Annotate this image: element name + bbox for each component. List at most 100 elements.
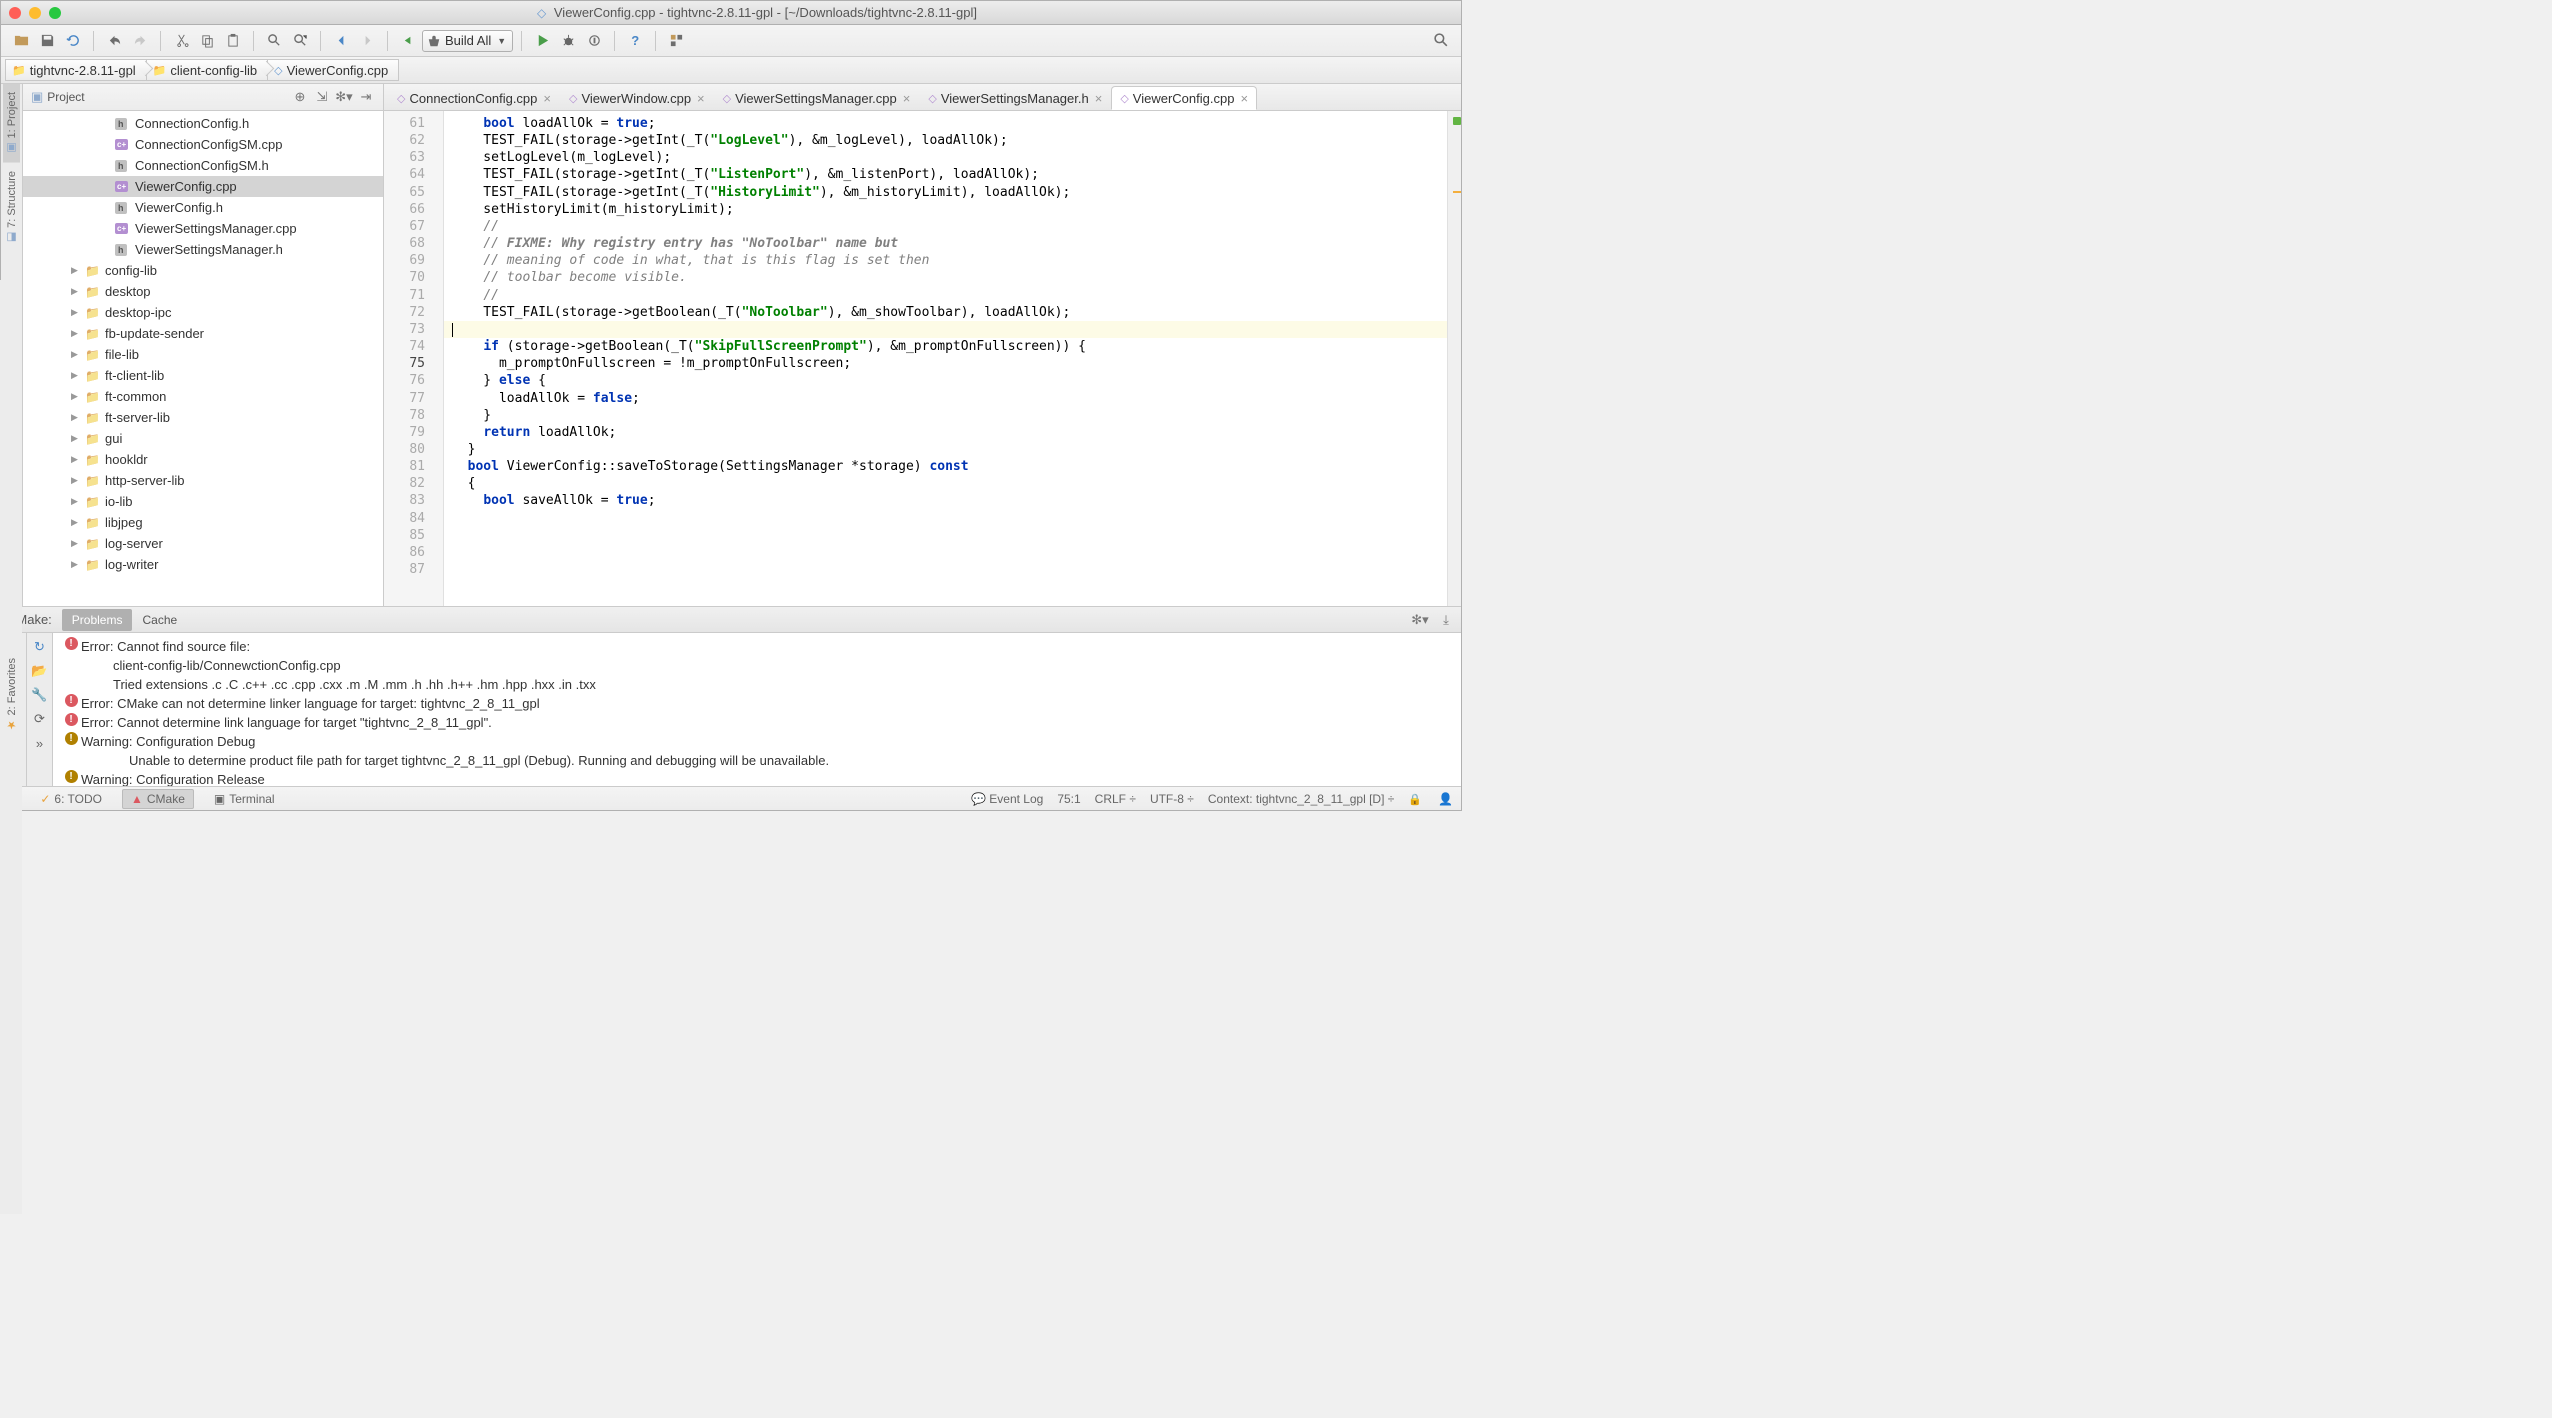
code-line[interactable]: setLogLevel(m_logLevel);	[444, 149, 1447, 166]
expand-icon[interactable]	[71, 286, 82, 297]
inspection-ok-icon[interactable]	[1453, 117, 1461, 125]
expand-icon[interactable]	[71, 538, 82, 549]
open-icon[interactable]	[9, 29, 33, 53]
project-tree[interactable]: ConnectionConfig.hConnectionConfigSM.cpp…	[23, 111, 383, 606]
tree-folder[interactable]: fb-update-sender	[23, 323, 383, 344]
find-icon[interactable]	[262, 29, 286, 53]
tree-folder[interactable]: gui	[23, 428, 383, 449]
tab-problems[interactable]: Problems	[62, 609, 133, 631]
tree-file[interactable]: ConnectionConfigSM.h	[23, 155, 383, 176]
editor-marks-strip[interactable]	[1447, 111, 1461, 606]
code-area[interactable]: bool loadAllOk = true; TEST_FAIL(storage…	[444, 111, 1447, 606]
expand-icon[interactable]	[71, 307, 82, 318]
expand-icon[interactable]	[71, 517, 82, 528]
more-icon[interactable]: »	[30, 733, 50, 753]
message-row[interactable]: Warning: Configuration Release	[61, 770, 1453, 786]
run-icon[interactable]	[530, 29, 554, 53]
code-line[interactable]: bool loadAllOk = true;	[444, 115, 1447, 132]
tree-folder[interactable]: libjpeg	[23, 512, 383, 533]
code-line[interactable]: bool saveAllOk = true;	[444, 492, 1447, 509]
tree-folder[interactable]: desktop	[23, 281, 383, 302]
code-line[interactable]: loadAllOk = false;	[444, 390, 1447, 407]
editor-tab[interactable]: ◇ConnectionConfig.cpp×	[388, 86, 560, 110]
tab-terminal[interactable]: ▣Terminal	[206, 792, 283, 806]
code-line[interactable]: TEST_FAIL(storage->getInt(_T("HistoryLim…	[444, 184, 1447, 201]
expand-icon[interactable]	[71, 391, 82, 402]
tree-folder[interactable]: ft-common	[23, 386, 383, 407]
titlebar[interactable]: ◇ ViewerConfig.cpp - tightvnc-2.8.11-gpl…	[1, 1, 1461, 25]
editor-tab[interactable]: ◇ViewerWindow.cpp×	[560, 86, 714, 110]
forward-icon[interactable]	[355, 29, 379, 53]
tree-folder[interactable]: log-writer	[23, 554, 383, 575]
tab-todo[interactable]: ✓6: TODO	[32, 792, 110, 806]
locate-icon[interactable]: ⊕	[291, 88, 309, 106]
close-icon[interactable]: ×	[697, 91, 705, 106]
collapse-icon[interactable]: ⇲	[313, 88, 331, 106]
tree-folder[interactable]: io-lib	[23, 491, 383, 512]
close-icon[interactable]: ×	[903, 91, 911, 106]
message-row[interactable]: Tried extensions .c .C .c++ .cc .cpp .cx…	[61, 675, 1453, 694]
context-selector[interactable]: Context: tightvnc_2_8_11_gpl [D] ÷	[1208, 792, 1394, 806]
wrench-icon[interactable]: 🔧	[30, 685, 50, 705]
build-target-selector[interactable]: Build All ▼	[422, 30, 513, 52]
folder-open-icon[interactable]: 📂	[30, 661, 50, 681]
line-separator[interactable]: CRLF ÷	[1095, 792, 1136, 806]
minimize-icon[interactable]	[29, 7, 41, 19]
message-row[interactable]: Error: Cannot find source file:	[61, 637, 1453, 656]
paste-icon[interactable]	[221, 29, 245, 53]
gear-icon[interactable]: ✻▾	[1411, 611, 1429, 629]
refresh-icon[interactable]	[61, 29, 85, 53]
code-line[interactable]: }	[444, 407, 1447, 424]
close-icon[interactable]	[9, 7, 21, 19]
message-row[interactable]: Error: CMake can not determine linker la…	[61, 694, 1453, 713]
tab-project[interactable]: ▣ 1: Project	[3, 84, 20, 163]
message-row[interactable]: client-config-lib/ConnewctionConfig.cpp	[61, 656, 1453, 675]
inspector-icon[interactable]: 👤	[1438, 792, 1453, 806]
code-line[interactable]: // FIXME: Why registry entry has "NoTool…	[444, 235, 1447, 252]
event-log[interactable]: 💬 Event Log	[971, 792, 1043, 806]
code-line[interactable]: }	[444, 441, 1447, 458]
editor-tab[interactable]: ◇ViewerSettingsManager.cpp×	[714, 86, 920, 110]
tree-folder[interactable]: log-server	[23, 533, 383, 554]
expand-icon[interactable]	[71, 496, 82, 507]
gutter[interactable]: 6162636465666768697071727374757677787980…	[384, 111, 444, 606]
tree-file[interactable]: ViewerConfig.cpp	[23, 176, 383, 197]
expand-icon[interactable]	[71, 475, 82, 486]
restart-icon[interactable]: ⟳	[30, 709, 50, 729]
expand-icon[interactable]	[71, 328, 82, 339]
caret-position[interactable]: 75:1	[1057, 792, 1080, 806]
tree-folder[interactable]: config-lib	[23, 260, 383, 281]
code-line[interactable]	[444, 321, 1447, 338]
code-line[interactable]: // meaning of code in what, that is this…	[444, 252, 1447, 269]
tree-file[interactable]: ConnectionConfigSM.cpp	[23, 134, 383, 155]
cut-icon[interactable]	[169, 29, 193, 53]
tab-structure[interactable]: ◧ 7: Structure	[3, 163, 20, 252]
tree-folder[interactable]: http-server-lib	[23, 470, 383, 491]
redo-icon[interactable]	[128, 29, 152, 53]
search-icon[interactable]	[1429, 29, 1453, 53]
expand-icon[interactable]	[71, 265, 82, 276]
tab-cache[interactable]: Cache	[132, 609, 187, 631]
expand-icon[interactable]	[71, 433, 82, 444]
code-line[interactable]: TEST_FAIL(storage->getBoolean(_T("NoTool…	[444, 304, 1447, 321]
expand-icon[interactable]	[71, 349, 82, 360]
expand-icon[interactable]	[71, 412, 82, 423]
tree-folder[interactable]: ft-server-lib	[23, 407, 383, 428]
close-icon[interactable]: ×	[1095, 91, 1103, 106]
message-row[interactable]: Warning: Configuration Debug	[61, 732, 1453, 751]
encoding[interactable]: UTF-8 ÷	[1150, 792, 1194, 806]
maximize-icon[interactable]	[49, 7, 61, 19]
tree-file[interactable]: ViewerSettingsManager.cpp	[23, 218, 383, 239]
close-icon[interactable]: ×	[1240, 91, 1248, 106]
crumb[interactable]: 📁client-config-lib	[146, 59, 268, 81]
messages-list[interactable]: Error: Cannot find source file:client-co…	[53, 633, 1461, 786]
code-line[interactable]: bool ViewerConfig::saveToStorage(Setting…	[444, 458, 1447, 475]
replace-icon[interactable]	[288, 29, 312, 53]
tree-folder[interactable]: hookldr	[23, 449, 383, 470]
code-line[interactable]: } else {	[444, 372, 1447, 389]
copy-icon[interactable]	[195, 29, 219, 53]
tree-folder[interactable]: file-lib	[23, 344, 383, 365]
build-config-icon[interactable]	[396, 29, 420, 53]
tree-folder[interactable]: desktop-ipc	[23, 302, 383, 323]
code-line[interactable]: // toolbar become visible.	[444, 269, 1447, 286]
